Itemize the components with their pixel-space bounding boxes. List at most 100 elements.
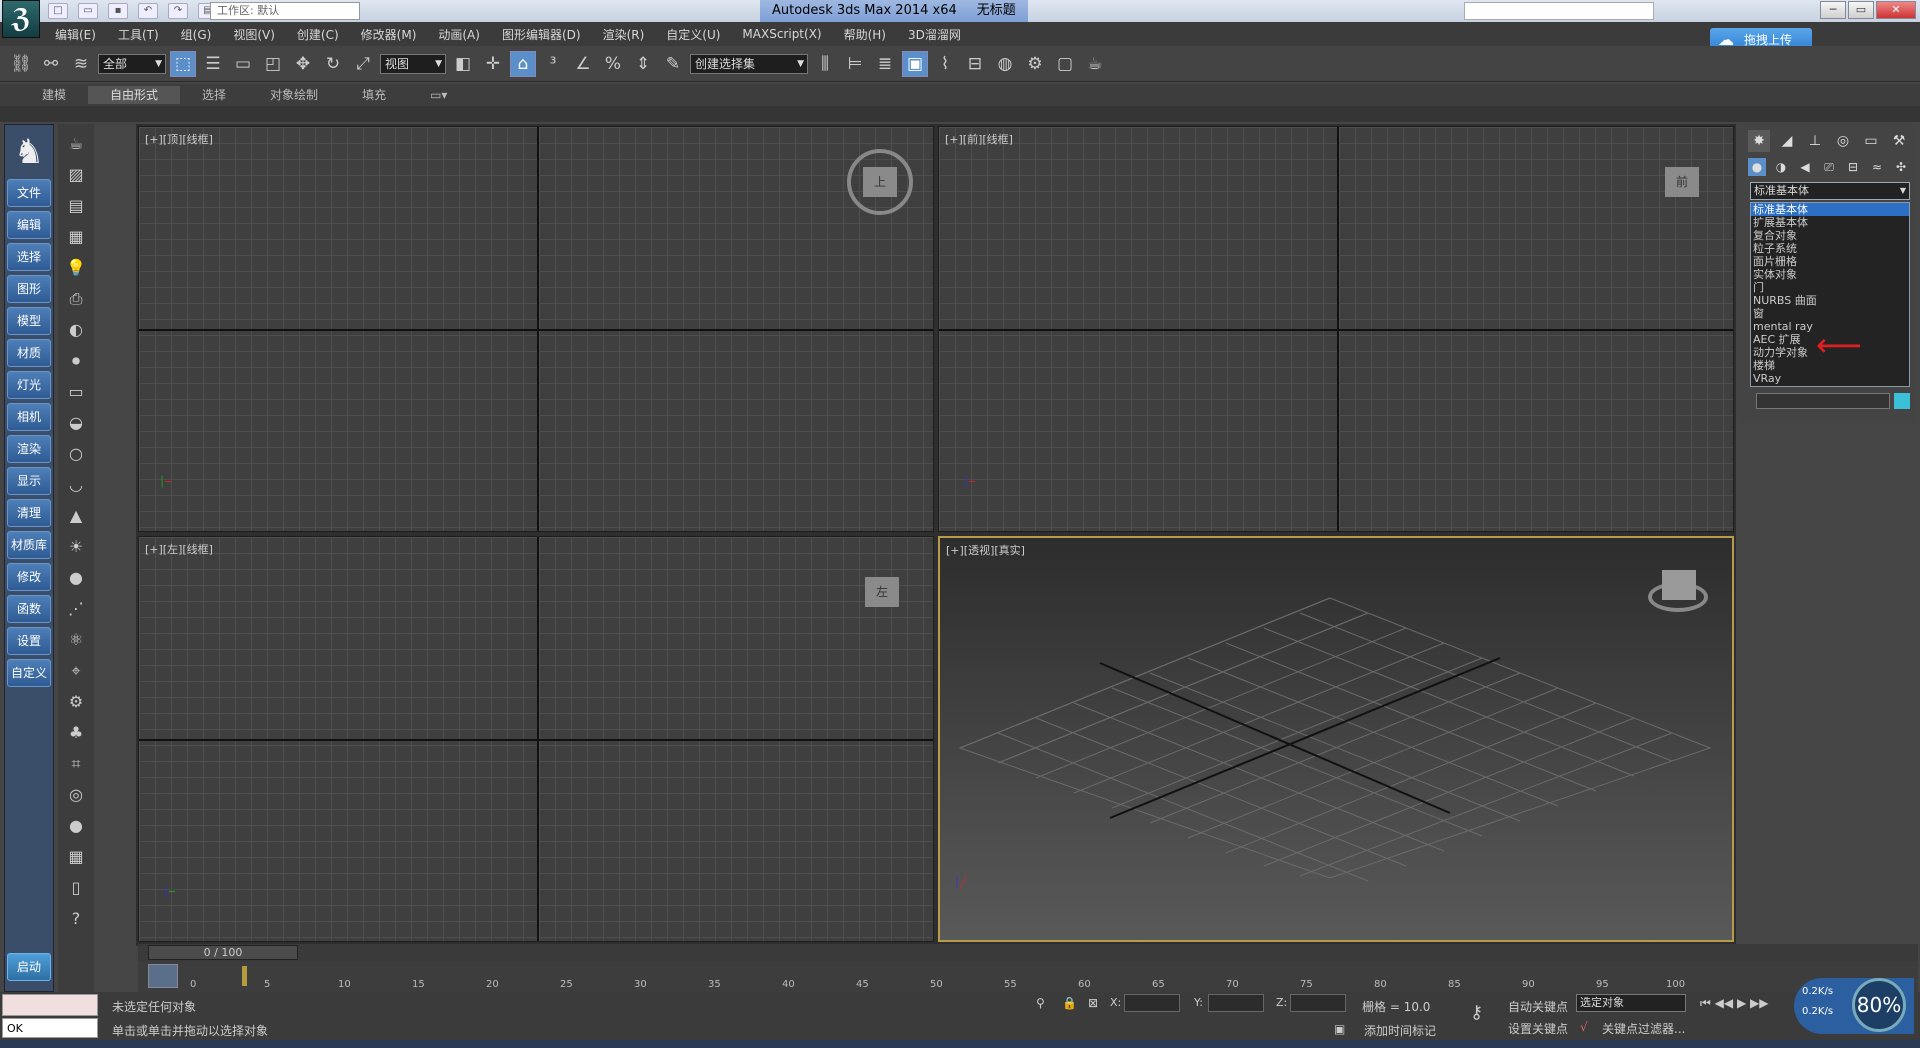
- maxscript-output[interactable]: OK: [2, 1018, 98, 1038]
- named-selection-set-select[interactable]: 创建选择集: [690, 53, 808, 74]
- category-option[interactable]: 实体对象: [1751, 268, 1909, 281]
- bulb-icon[interactable]: 💡: [64, 258, 88, 278]
- move-icon[interactable]: ✥: [290, 51, 316, 77]
- auto-key-button[interactable]: 自动关键点: [1508, 998, 1568, 1015]
- isolate-icon[interactable]: ⚲: [1036, 996, 1045, 1010]
- prev-frame-icon[interactable]: ◀◀: [1715, 996, 1733, 1010]
- next-frame-icon[interactable]: ▶▶: [1750, 996, 1768, 1010]
- sidebar-item-custom[interactable]: 自定义: [7, 659, 51, 687]
- workspace-select[interactable]: 工作区: 默认: [210, 2, 360, 20]
- manipulate-icon[interactable]: ✛: [480, 51, 506, 77]
- particles-icon[interactable]: ⋰: [64, 599, 88, 619]
- bowl-icon[interactable]: ◡: [64, 475, 88, 495]
- grid-sphere-icon[interactable]: ⌖: [64, 661, 88, 681]
- cameras-icon[interactable]: ⎚: [1820, 158, 1838, 176]
- time-slider[interactable]: 0 / 100: [148, 945, 298, 960]
- sidebar-item-edit[interactable]: 编辑: [7, 211, 51, 239]
- viewport-label[interactable]: [+][前][线框]: [945, 131, 1013, 147]
- menu-modifiers[interactable]: 修改器(M): [361, 26, 417, 43]
- object-name-field[interactable]: [1756, 393, 1890, 409]
- utilities-tab-icon[interactable]: ⚒: [1888, 130, 1910, 152]
- x-coordinate-field[interactable]: [1124, 994, 1180, 1012]
- sidebar-item-model[interactable]: 模型: [7, 307, 51, 335]
- reference-coordinate-select[interactable]: 视图: [380, 53, 446, 74]
- category-option[interactable]: 扩展基本体: [1751, 216, 1909, 229]
- spiral-icon[interactable]: ◎: [64, 785, 88, 805]
- new-file-icon[interactable]: □: [48, 3, 68, 19]
- camera-icon[interactable]: ⎙: [64, 289, 88, 309]
- viewcube[interactable]: 上: [863, 167, 897, 197]
- render-frame-icon[interactable]: ▢: [1052, 51, 1078, 77]
- systems-icon[interactable]: ✣: [1892, 158, 1910, 176]
- sphere-icon[interactable]: ○: [64, 444, 88, 464]
- plant-icon[interactable]: ♣: [64, 723, 88, 743]
- display-tab-icon[interactable]: ▭: [1860, 130, 1882, 152]
- key-filters-button[interactable]: 关键点过滤器...: [1602, 1020, 1685, 1037]
- sidebar-item-file[interactable]: 文件: [7, 179, 51, 207]
- 3ds-max-logo-icon[interactable]: ℨ: [2, 0, 40, 38]
- rect-selection-icon[interactable]: ▭: [230, 51, 256, 77]
- sidebar-item-settings[interactable]: 设置: [7, 627, 51, 655]
- ribbon-options-icon[interactable]: ▭▾: [408, 86, 469, 104]
- sidebar-item-material[interactable]: 材质: [7, 339, 51, 367]
- snap-toggle-icon[interactable]: ³: [540, 51, 566, 77]
- viewport-label[interactable]: [+][顶][线框]: [145, 131, 213, 147]
- percent-snap-icon[interactable]: %: [600, 51, 626, 77]
- create-tab-icon[interactable]: ✸: [1748, 130, 1770, 152]
- object-color-swatch[interactable]: [1894, 393, 1910, 409]
- layer-manager-icon[interactable]: ≣: [872, 51, 898, 77]
- minimize-button[interactable]: ─: [1820, 1, 1846, 19]
- pivot-center-icon[interactable]: ◧: [450, 51, 476, 77]
- wheel-icon[interactable]: ◐: [64, 320, 88, 340]
- cpu-usage-badge[interactable]: 80%: [1852, 978, 1906, 1032]
- sidebar-item-shape[interactable]: 图形: [7, 275, 51, 303]
- helpers-icon[interactable]: ⊟: [1844, 158, 1862, 176]
- modify-tab-icon[interactable]: ◢: [1776, 130, 1798, 152]
- sidebar-item-camera[interactable]: 相机: [7, 403, 51, 431]
- category-option[interactable]: 面片栅格: [1751, 255, 1909, 268]
- category-option[interactable]: 粒子系统: [1751, 242, 1909, 255]
- category-option[interactable]: 门: [1751, 281, 1909, 294]
- teapot-icon[interactable]: ☕: [64, 134, 88, 154]
- select-object-icon[interactable]: ⬚: [170, 50, 196, 77]
- angle-snap-icon[interactable]: ∠: [570, 51, 596, 77]
- menu-views[interactable]: 视图(V): [233, 26, 275, 43]
- menu-graph-editors[interactable]: 图形编辑器(D): [502, 26, 581, 43]
- cone-icon[interactable]: ▲: [64, 506, 88, 526]
- undo-icon[interactable]: ↶: [138, 3, 158, 19]
- maxscript-listener[interactable]: [2, 994, 98, 1016]
- plane-icon[interactable]: ▭: [64, 382, 88, 402]
- y-coordinate-field[interactable]: [1208, 994, 1264, 1012]
- geometry-icon[interactable]: ●: [1748, 158, 1766, 176]
- selection-filter-select[interactable]: 全部: [98, 53, 166, 74]
- help-icon[interactable]: ?: [64, 909, 88, 929]
- menu-group[interactable]: 组(G): [181, 26, 212, 43]
- rotate-icon[interactable]: ↻: [320, 51, 346, 77]
- lights-icon[interactable]: ◀: [1796, 158, 1814, 176]
- hierarchy-tab-icon[interactable]: ⊥: [1804, 130, 1826, 152]
- select-by-name-icon[interactable]: ☰: [200, 51, 226, 77]
- viewport-left[interactable]: [+][左][线框] 左 │─: [138, 536, 934, 942]
- sidebar-item-material-library[interactable]: 材质库: [7, 531, 51, 559]
- align-icon[interactable]: ⊨: [842, 51, 868, 77]
- spinner-snap-icon[interactable]: ⇕: [630, 51, 656, 77]
- play-icon[interactable]: ▶: [1737, 996, 1746, 1010]
- menu-tools[interactable]: 工具(T): [118, 26, 159, 43]
- window-crossing-icon[interactable]: ◰: [260, 51, 286, 77]
- spacewarps-icon[interactable]: ≈: [1868, 158, 1886, 176]
- lock-icon[interactable]: 🔒: [1062, 996, 1077, 1010]
- scale-icon[interactable]: ⤢: [350, 51, 376, 77]
- save-icon[interactable]: ▪: [108, 3, 128, 19]
- bind-space-warp-icon[interactable]: ≋: [68, 51, 94, 77]
- category-option[interactable]: VRay: [1751, 372, 1909, 385]
- key-icon[interactable]: ⚷: [1470, 1002, 1483, 1023]
- viewport-top[interactable]: [+][顶][线框] 上 │─: [138, 126, 934, 532]
- film-camera-icon[interactable]: ⏺: [64, 351, 88, 371]
- sidebar-item-modify[interactable]: 修改: [7, 563, 51, 591]
- playhead[interactable]: [242, 966, 247, 986]
- menu-maxscript[interactable]: MAXScript(X): [742, 27, 821, 41]
- close-button[interactable]: ✕: [1876, 1, 1916, 19]
- mirror-icon[interactable]: ⫼: [812, 51, 838, 77]
- menu-rendering[interactable]: 渲染(R): [603, 26, 645, 43]
- tab-object-paint[interactable]: 对象绘制: [248, 86, 340, 104]
